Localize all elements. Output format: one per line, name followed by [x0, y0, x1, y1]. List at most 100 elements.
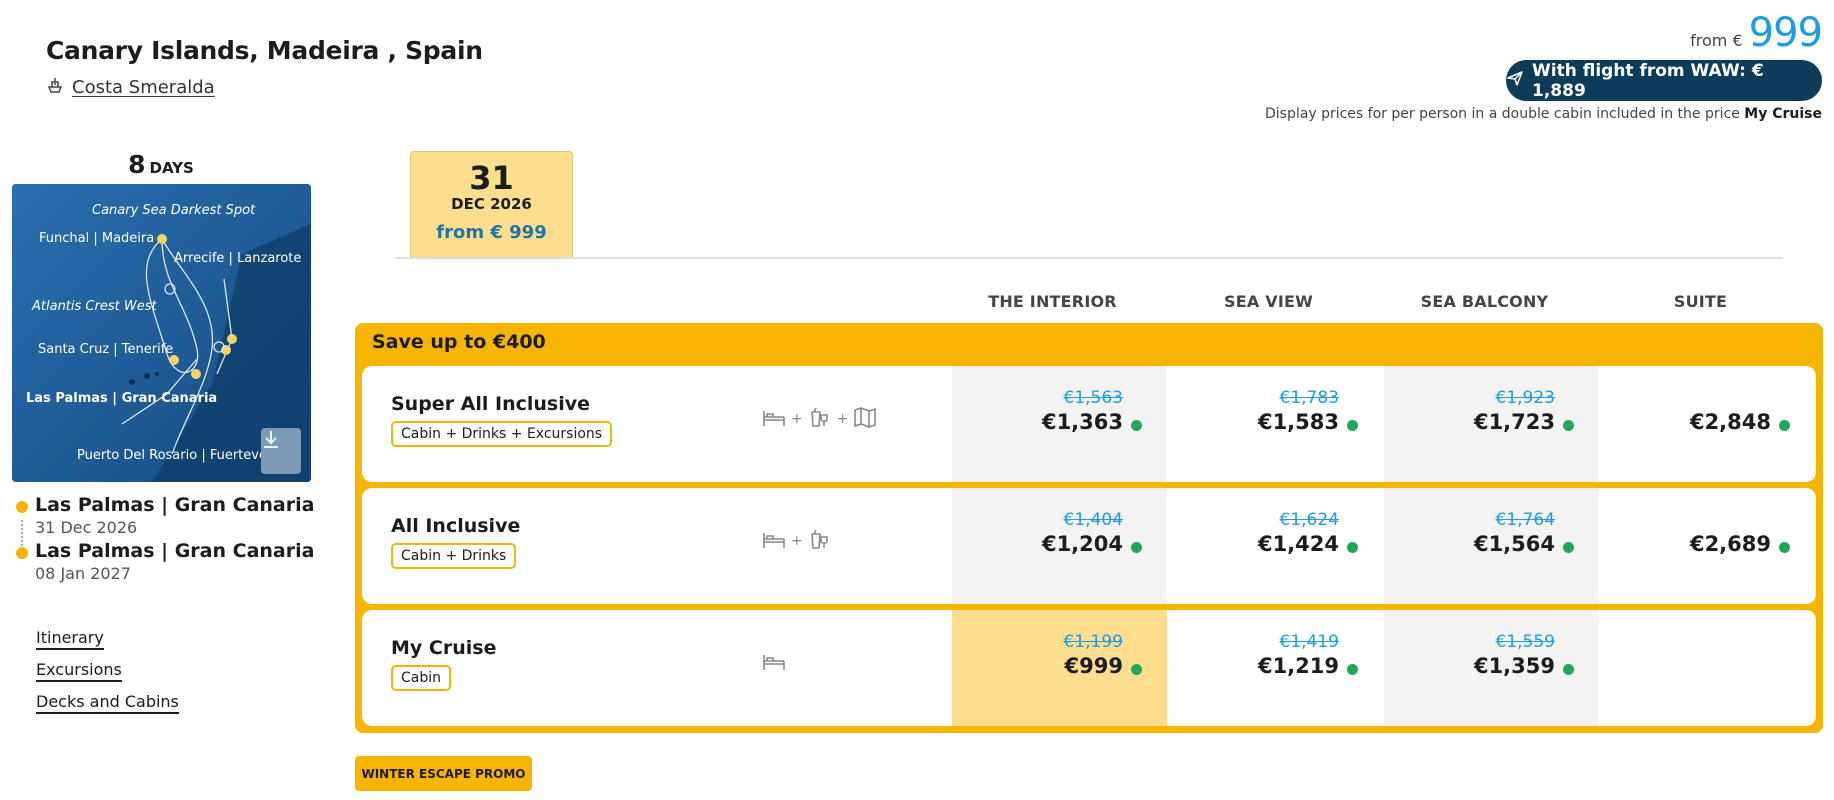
current-price: €1,359 — [1473, 654, 1555, 678]
package-badge: Cabin + Drinks — [391, 543, 517, 569]
old-price: €1,764 — [1495, 510, 1555, 530]
map-label-funchal: Funchal | Madeira — [39, 231, 155, 246]
from-price-label: from € — [1690, 31, 1743, 50]
map-label-las-palmas: Las Palmas | Gran Canaria — [26, 391, 218, 406]
availability-dot — [1131, 420, 1142, 431]
package-row-super-all-inclusive: Super All Inclusive Cabin + Drinks + Exc… — [362, 366, 1816, 482]
drinks-icon — [808, 406, 832, 432]
plus-sign: + — [791, 533, 803, 549]
itinerary-link[interactable]: Itinerary — [36, 628, 104, 650]
column-header-interior: THE INTERIOR — [988, 292, 1117, 311]
plus-sign: + — [791, 411, 803, 427]
end-date: 08 Jan 2027 — [35, 564, 131, 583]
availability-dot — [1131, 664, 1142, 675]
tab-divider — [396, 257, 1783, 259]
from-price: from € 999 — [1690, 10, 1823, 56]
price-cell-sea-balcony[interactable]: €1,764 €1,564 — [1384, 488, 1599, 604]
package-row-my-cruise: My Cruise Cabin €1,199 €999 €1,419 €1,21… — [362, 610, 1816, 726]
bed-icon — [762, 650, 786, 676]
flight-button[interactable]: With flight from WAW: € 1,889 — [1506, 60, 1822, 101]
availability-dot — [1779, 542, 1790, 553]
availability-dot — [1563, 420, 1574, 431]
package-badge: Cabin — [391, 665, 452, 691]
old-price: €1,563 — [1063, 388, 1123, 408]
price-cell-suite[interactable]: €2,848 — [1600, 366, 1815, 482]
route-end: Las Palmas | Gran Canaria 08 Jan 2027 — [16, 540, 314, 583]
current-price: €1,219 — [1257, 654, 1339, 678]
days-unit: DAYS — [149, 159, 194, 177]
price-note-package: My Cruise — [1744, 106, 1822, 122]
package-row-all-inclusive: All Inclusive Cabin + Drinks + €1,404 €1… — [362, 488, 1816, 604]
pin-icon — [16, 501, 28, 513]
current-price: €2,848 — [1689, 410, 1771, 434]
column-header-suite: SUITE — [1673, 292, 1728, 311]
price-cell-sea-view[interactable]: €1,783 €1,583 — [1168, 366, 1383, 482]
plane-icon — [1506, 69, 1524, 92]
price-cell-interior[interactable]: €1,404 €1,204 — [952, 488, 1167, 604]
days-number: 8 — [128, 150, 146, 179]
route-start: Las Palmas | Gran Canaria 31 Dec 2026 — [16, 494, 314, 537]
page-title: Canary Islands, Madeira , Spain — [46, 36, 483, 65]
package-badge: Cabin + Drinks + Excursions — [391, 421, 613, 447]
availability-dot — [1347, 664, 1358, 675]
price-note-text: Display prices for per person in a doubl… — [1265, 106, 1740, 122]
column-header-sea-view: SEA VIEW — [1224, 292, 1313, 311]
old-price: €1,199 — [1063, 632, 1123, 652]
column-header-sea-balcony: SEA BALCONY — [1420, 292, 1549, 311]
price-cell-interior[interactable]: €1,563 €1,363 — [952, 366, 1167, 482]
date-tab-day: 31 — [469, 159, 514, 197]
bed-icon — [762, 406, 786, 432]
route-map[interactable]: Canary Sea Darkest Spot Funchal | Madeir… — [12, 184, 311, 482]
old-price: €1,404 — [1063, 510, 1123, 530]
ship-icon — [46, 76, 64, 99]
date-tab-2026-12-31[interactable]: 31 DEC 2026 from € 999 — [410, 151, 573, 257]
price-cell-sea-view[interactable]: €1,624 €1,424 — [1168, 488, 1383, 604]
current-price: €1,723 — [1473, 410, 1555, 434]
package-icons — [762, 650, 786, 676]
availability-dot — [1347, 542, 1358, 553]
package-name: Super All Inclusive — [391, 393, 591, 415]
current-price: €2,689 — [1689, 532, 1771, 556]
price-cell-sea-balcony[interactable]: €1,559 €1,359 — [1384, 610, 1599, 726]
current-price: €1,204 — [1041, 532, 1123, 556]
map-label-santa-cruz: Santa Cruz | Tenerife — [38, 342, 174, 357]
date-tab-month: DEC 2026 — [451, 195, 532, 213]
package-icons: + — [762, 528, 832, 554]
pin-icon — [16, 547, 28, 559]
package-name: All Inclusive — [391, 515, 521, 537]
map-label-canary-sea: Canary Sea Darkest Spot — [92, 203, 256, 218]
decks-cabins-link[interactable]: Decks and Cabins — [36, 692, 179, 714]
price-cell-suite[interactable]: €2,689 — [1600, 488, 1815, 604]
availability-dot — [1563, 664, 1574, 675]
excursion-map-icon — [853, 406, 877, 432]
map-label-arrecife: Arrecife | Lanzarote — [174, 251, 302, 266]
ship-link[interactable]: Costa Smeralda — [46, 76, 215, 99]
start-date: 31 Dec 2026 — [35, 518, 138, 537]
date-tab-price: from € 999 — [436, 222, 547, 243]
price-cell-sea-balcony[interactable]: €1,923 €1,723 — [1384, 366, 1599, 482]
map-download-button[interactable] — [261, 428, 301, 474]
end-port: Las Palmas | Gran Canaria — [35, 540, 315, 562]
current-price: €1,564 — [1473, 532, 1555, 556]
promo-title: Save up to €400 — [372, 331, 546, 353]
flight-button-label: With flight from WAW: € 1,889 — [1532, 60, 1764, 101]
current-price: €1,363 — [1041, 410, 1123, 434]
availability-dot — [1131, 542, 1142, 553]
price-cell-interior-selected[interactable]: €1,199 €999 — [952, 610, 1167, 726]
trip-duration: 8 DAYS — [12, 150, 310, 179]
bed-icon — [762, 528, 786, 554]
ship-name: Costa Smeralda — [72, 77, 215, 98]
route-summary: Las Palmas | Gran Canaria 31 Dec 2026 La… — [16, 494, 314, 583]
start-port: Las Palmas | Gran Canaria — [35, 494, 315, 516]
package-name: My Cruise — [391, 637, 497, 659]
price-cell-sea-view[interactable]: €1,419 €1,219 — [1168, 610, 1383, 726]
excursions-link[interactable]: Excursions — [36, 660, 122, 682]
current-price: €1,583 — [1257, 410, 1339, 434]
availability-dot — [1563, 542, 1574, 553]
availability-dot — [1347, 420, 1358, 431]
from-price-value: 999 — [1748, 10, 1823, 56]
promo-tag: WINTER ESCAPE PROMO — [355, 756, 532, 791]
detail-links: Itinerary Excursions Decks and Cabins — [36, 628, 179, 724]
package-icons: + + — [762, 406, 877, 432]
current-price: €999 — [1064, 654, 1123, 678]
